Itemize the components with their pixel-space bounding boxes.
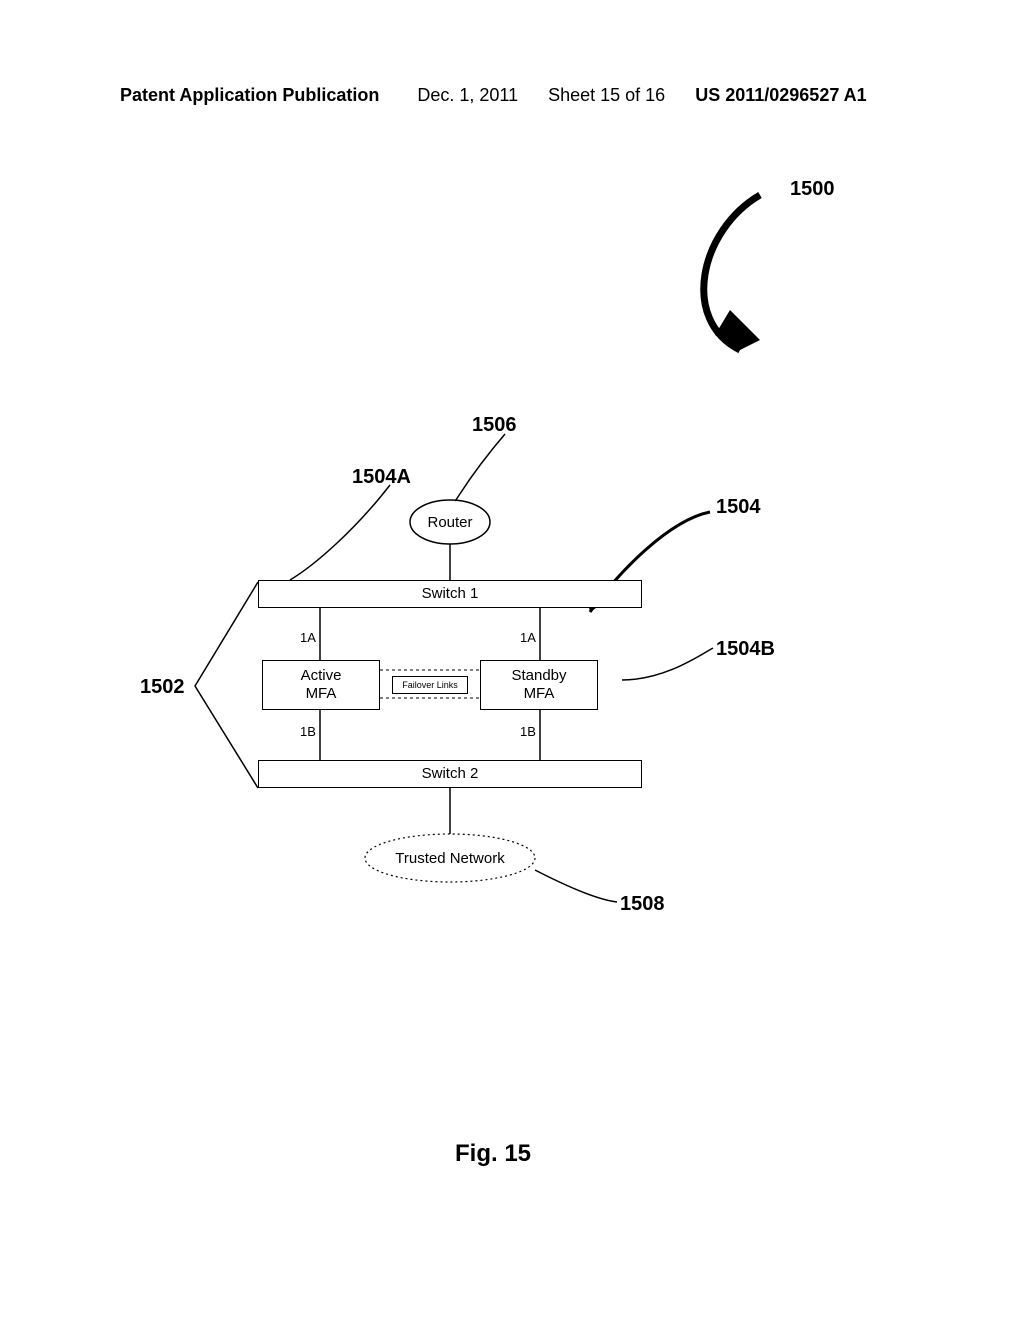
standby-mfa-box: Standby MFA [480,660,598,710]
standby-mfa-label: Standby MFA [511,667,566,703]
port-1a-right: 1A [520,630,536,645]
failover-links-box: Failover Links [392,676,468,694]
ref-1500: 1500 [790,178,835,201]
router-node: Router [410,510,490,534]
trusted-network-node: Trusted Network [365,846,535,870]
port-1b-left: 1B [300,724,316,739]
port-1b-right: 1B [520,724,536,739]
ref-1504: 1504 [716,496,761,519]
diagram-area: Router Switch 1 Active MFA Failover Link… [0,0,1024,1320]
ref-1504A: 1504A [352,466,411,489]
router-label: Router [427,514,472,531]
switch1-label: Switch 1 [422,585,479,603]
ref-1508: 1508 [620,893,665,916]
switch1-box: Switch 1 [258,580,642,608]
figure-caption: Fig. 15 [455,1140,531,1168]
switch2-label: Switch 2 [422,765,479,783]
switch2-box: Switch 2 [258,760,642,788]
ref-1502: 1502 [140,676,185,699]
ref-1504B: 1504B [716,638,775,661]
active-mfa-box: Active MFA [262,660,380,710]
failover-links-label: Failover Links [402,680,458,691]
ref-1506: 1506 [472,414,517,437]
trusted-network-label: Trusted Network [395,850,504,867]
port-1a-left: 1A [300,630,316,645]
active-mfa-label: Active MFA [301,667,342,703]
